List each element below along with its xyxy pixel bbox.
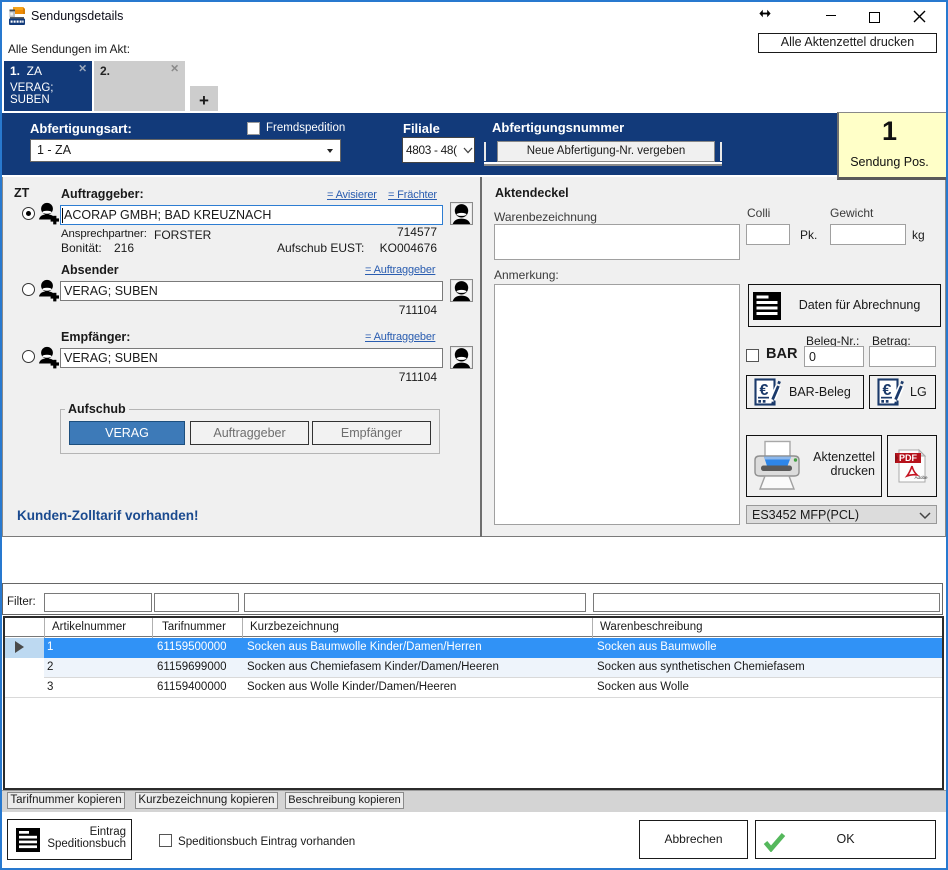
svg-text:Adobe: Adobe: [914, 475, 928, 480]
svg-text:€: €: [883, 382, 892, 399]
svg-text:PDF: PDF: [899, 453, 918, 463]
svg-text:€: €: [760, 382, 769, 399]
